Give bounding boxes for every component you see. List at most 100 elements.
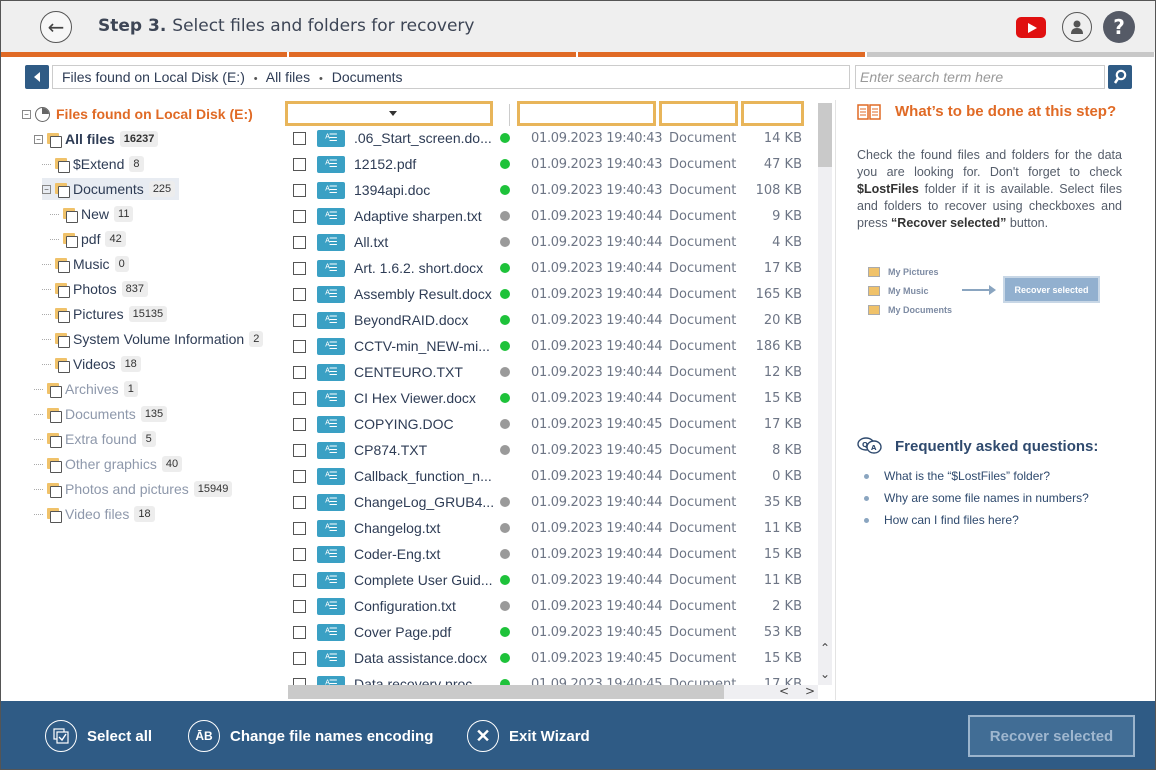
scroll-right-icon[interactable]: >	[805, 684, 815, 698]
select-all-button[interactable]: Select all	[45, 719, 152, 753]
file-row[interactable]: ᴬ☰ CENTEURO.TXT 01.09.2023 19:40:44 Documen…	[284, 359, 818, 385]
file-row[interactable]: ᴬ☰ Assembly Result.docx 01.09.2023 19:40:4…	[284, 281, 818, 307]
file-row[interactable]: ᴬ☰ Art. 1.6.2. short.docx 01.09.2023 19:40…	[284, 255, 818, 281]
file-checkbox[interactable]	[293, 547, 306, 561]
horizontal-scrollbar[interactable]: < >	[288, 684, 818, 699]
collapse-icon[interactable]: −	[34, 134, 43, 144]
folder-checkbox-icon[interactable]	[55, 283, 70, 298]
file-row[interactable]: ᴬ☰ All.txt 01.09.2023 19:40:44 Document 4 KB	[284, 229, 818, 255]
folder-checkbox-icon[interactable]	[47, 483, 62, 498]
breadcrumb-item[interactable]: All files	[266, 69, 310, 85]
column-header-name[interactable]	[285, 101, 493, 126]
column-header-size[interactable]	[741, 101, 804, 126]
search-input[interactable]	[855, 65, 1105, 89]
tree-node[interactable]: Other graphics 40	[34, 453, 183, 475]
file-row[interactable]: ᴬ☰ Data assistance.docx 01.09.2023 19:40:4…	[284, 645, 818, 671]
folder-checkbox-icon[interactable]	[55, 333, 70, 348]
file-row[interactable]: ᴬ☰ Cover Page.pdf 01.09.2023 19:40:45 Docum…	[284, 619, 818, 645]
tree-node[interactable]: Videos 18	[42, 353, 141, 375]
tree-node[interactable]: Extra found 5	[34, 428, 156, 450]
file-row[interactable]: ᴬ☰ CP874.TXT 01.09.2023 19:40:45 Document 8 …	[284, 437, 818, 463]
file-checkbox[interactable]	[293, 443, 306, 457]
folder-checkbox-icon[interactable]	[55, 258, 70, 273]
faq-link[interactable]: Why are some file names in numbers?	[864, 487, 1089, 509]
tree-node[interactable]: System Volume Information 2	[42, 328, 264, 350]
file-checkbox[interactable]	[293, 417, 306, 431]
file-checkbox[interactable]	[293, 625, 306, 639]
path-back-button[interactable]	[25, 65, 49, 89]
tree-node[interactable]: New 11	[50, 203, 134, 225]
file-checkbox[interactable]	[293, 235, 306, 249]
vertical-scrollbar[interactable]: ⌃ ⌄	[818, 103, 832, 685]
scroll-left-icon[interactable]: <	[779, 684, 789, 698]
tree-node[interactable]: Documents 135	[34, 403, 168, 425]
folder-checkbox-icon[interactable]	[55, 308, 70, 323]
breadcrumb-item[interactable]: Files found on Local Disk (E:)	[62, 69, 245, 85]
file-checkbox[interactable]	[293, 157, 306, 171]
file-row[interactable]: ᴬ☰ Configuration.txt 01.09.2023 19:40:44 Do…	[284, 593, 818, 619]
recover-selected-button[interactable]: Recover selected	[968, 715, 1135, 757]
tree-node[interactable]: Video files 18	[34, 503, 155, 525]
file-checkbox[interactable]	[293, 391, 306, 405]
tree-node[interactable]: Photos 837	[42, 278, 148, 300]
tree-node[interactable]: $Extend 8	[42, 153, 144, 175]
file-checkbox[interactable]	[293, 131, 306, 145]
file-checkbox[interactable]	[293, 313, 306, 327]
folder-checkbox-icon[interactable]	[47, 133, 62, 148]
file-row[interactable]: ᴬ☰ Complete User Guid... 01.09.2023 19:40:…	[284, 567, 818, 593]
tree-node[interactable]: Archives 1	[34, 378, 138, 400]
folder-checkbox-icon[interactable]	[63, 208, 78, 223]
column-header-type[interactable]	[659, 101, 738, 126]
file-checkbox[interactable]	[293, 495, 306, 509]
file-checkbox[interactable]	[293, 183, 306, 197]
faq-link[interactable]: What is the “$LostFiles” folder?	[864, 465, 1089, 487]
change-encoding-button[interactable]: ĀB Change file names encoding	[188, 719, 433, 753]
folder-checkbox-icon[interactable]	[47, 433, 62, 448]
file-row[interactable]: ᴬ☰ Changelog.txt 01.09.2023 19:40:44 Docume…	[284, 515, 818, 541]
file-checkbox[interactable]	[293, 339, 306, 353]
folder-checkbox-icon[interactable]	[55, 158, 70, 173]
file-row[interactable]: ᴬ☰ .06_Start_screen.do... 01.09.2023 19:40…	[284, 125, 818, 151]
file-row[interactable]: ᴬ☰ Coder-Eng.txt 01.09.2023 19:40:44 Docume…	[284, 541, 818, 567]
tree-node[interactable]: − Documents 225	[42, 178, 180, 200]
file-row[interactable]: ᴬ☰ Adaptive sharpen.txt 01.09.2023 19:40:4…	[284, 203, 818, 229]
folder-checkbox-icon[interactable]	[47, 508, 62, 523]
file-row[interactable]: ᴬ☰ COPYING.DOC 01.09.2023 19:40:45 Document…	[284, 411, 818, 437]
tree-node[interactable]: Music 0	[42, 253, 129, 275]
scroll-down-icon[interactable]: ⌄	[820, 667, 830, 681]
back-button[interactable]: ←	[40, 11, 72, 43]
file-row[interactable]: ᴬ☰ Callback_function_n... 01.09.2023 19:40…	[284, 463, 818, 489]
folder-checkbox-icon[interactable]	[47, 383, 62, 398]
account-button[interactable]	[1062, 12, 1092, 42]
file-checkbox[interactable]	[293, 573, 306, 587]
scroll-up-icon[interactable]: ⌃	[820, 641, 830, 655]
file-checkbox[interactable]	[293, 365, 306, 379]
file-row[interactable]: ᴬ☰ CCTV-min_NEW-mi... 01.09.2023 19:40:44 D…	[284, 333, 818, 359]
tree-node[interactable]: pdf 42	[50, 228, 126, 250]
file-row[interactable]: ᴬ☰ 1394api.doc 01.09.2023 19:40:43 Document…	[284, 177, 818, 203]
search-button[interactable]	[1108, 65, 1132, 89]
collapse-icon[interactable]: −	[22, 109, 31, 119]
youtube-icon[interactable]	[1016, 17, 1046, 38]
file-row[interactable]: ᴬ☰ BeyondRAID.docx 01.09.2023 19:40:44 Docu…	[284, 307, 818, 333]
faq-link[interactable]: How can I find files here?	[864, 509, 1089, 531]
exit-wizard-button[interactable]: ✕ Exit Wizard	[467, 719, 590, 753]
folder-checkbox-icon[interactable]	[47, 408, 62, 423]
help-button[interactable]: ?	[1103, 11, 1135, 43]
breadcrumb-item[interactable]: Documents	[332, 69, 403, 85]
file-checkbox[interactable]	[293, 651, 306, 665]
breadcrumb[interactable]: Files found on Local Disk (E:) • All fil…	[52, 65, 850, 89]
file-checkbox[interactable]	[293, 599, 306, 613]
file-row[interactable]: ᴬ☰ 12152.pdf 01.09.2023 19:40:43 Document 47…	[284, 151, 818, 177]
file-checkbox[interactable]	[293, 521, 306, 535]
folder-checkbox-icon[interactable]	[47, 458, 62, 473]
folder-checkbox-icon[interactable]	[55, 358, 70, 373]
horizontal-scroll-thumb[interactable]	[288, 685, 724, 699]
column-header-date[interactable]	[517, 101, 656, 126]
tree-node[interactable]: − Files found on Local Disk (E:)	[22, 103, 253, 125]
column-divider[interactable]	[509, 104, 510, 126]
file-checkbox[interactable]	[293, 209, 306, 223]
folder-checkbox-icon[interactable]	[63, 233, 78, 248]
file-row[interactable]: ᴬ☰ ChangeLog_GRUB4... 01.09.2023 19:40:44 D…	[284, 489, 818, 515]
file-checkbox[interactable]	[293, 261, 306, 275]
